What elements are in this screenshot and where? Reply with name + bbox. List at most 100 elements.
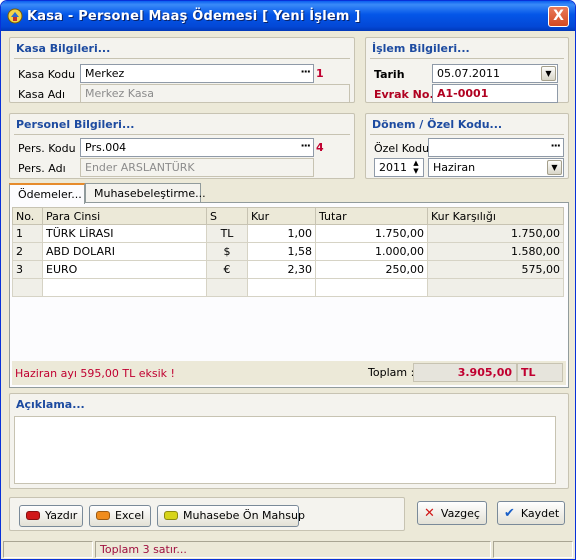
col-kur-karsiligi[interactable]: Kur Karşılığı: [427, 207, 564, 225]
title-bar[interactable]: Kasa - Personel Maaş Ödemesi [ Yeni İşle…: [1, 1, 575, 31]
kaydet-button[interactable]: ✔ Kaydet: [497, 501, 565, 525]
cell-para-cinsi[interactable]: ABD DOLARI: [42, 242, 207, 261]
cell-kur-karsiligi[interactable]: 1.750,00: [427, 224, 564, 243]
grid-footer: Haziran ayı 595,00 TL eksik ! Toplam : 3…: [12, 361, 566, 385]
personel-lookup-button[interactable]: ···: [300, 139, 311, 152]
col-no[interactable]: No.: [12, 207, 43, 225]
kasa-adi-value: Merkez Kasa: [85, 87, 155, 100]
pers-kodu-badge: 4: [316, 141, 324, 154]
kasa-panel: Kasa Bilgileri... Kasa Kodu Merkez ··· 1…: [9, 37, 355, 103]
aciklama-panel: Açıklama...: [9, 393, 569, 489]
year-spinner[interactable]: 2011 ▲ ▼: [374, 158, 424, 177]
divider: [14, 134, 350, 135]
kasa-lookup-button[interactable]: ···: [300, 65, 311, 78]
islem-panel: İşlem Bilgileri... Tarih 05.07.2011 ▼ Ev…: [365, 37, 569, 103]
divider: [370, 134, 564, 135]
tarih-field[interactable]: 05.07.2011 ▼: [432, 64, 558, 83]
pers-adi-field: Ender ARSLANTÜRK: [80, 158, 314, 177]
yazdir-label: Yazdır: [45, 509, 78, 522]
cell-para-cinsi[interactable]: TÜRK LİRASI: [42, 224, 207, 243]
kaydet-label: Kaydet: [520, 507, 560, 520]
month-select[interactable]: Haziran ▼: [428, 158, 564, 177]
cell-tutar[interactable]: 250,00: [315, 260, 428, 279]
cell-kur-karsiligi[interactable]: 575,00: [427, 260, 564, 279]
muhasebe-on-mahsup-button[interactable]: Muhasebe Ön Mahsup: [157, 505, 305, 527]
chevron-down-icon[interactable]: ▼: [541, 66, 556, 81]
ozel-kodu-field[interactable]: ···: [428, 138, 564, 157]
donem-panel-title: Dönem / Özel Kodu...: [372, 118, 503, 131]
chevron-down-icon[interactable]: ▼: [547, 160, 562, 175]
cancel-icon: ✕: [424, 506, 435, 521]
tab-odemeler[interactable]: Ödemeler...: [9, 183, 85, 204]
personel-panel: Personel Bilgileri... Pers. Kodu Prs.004…: [9, 113, 355, 179]
excel-icon: [96, 511, 110, 520]
accounting-icon: [164, 511, 178, 520]
cell-no[interactable]: 2: [12, 242, 43, 261]
col-para-cinsi[interactable]: Para Cinsi: [42, 207, 207, 225]
month-value: Haziran: [433, 161, 476, 174]
table-row-empty[interactable]: [12, 278, 564, 297]
muhasebe-label: Muhasebe Ön Mahsup: [183, 509, 305, 522]
col-tutar[interactable]: Tutar: [315, 207, 428, 225]
cell-no[interactable]: [12, 278, 43, 297]
cell-tutar[interactable]: [315, 278, 428, 297]
cell-para-cinsi[interactable]: EURO: [42, 260, 207, 279]
cell-s[interactable]: [206, 278, 248, 297]
cell-s[interactable]: €: [206, 260, 248, 279]
cell-kur-karsiligi[interactable]: 1.580,00: [427, 242, 564, 261]
kasa-adi-label: Kasa Adı: [18, 88, 66, 101]
table-row[interactable]: 1 TÜRK LİRASI TL 1,00 1.750,00 1.750,00: [12, 224, 564, 243]
col-s[interactable]: S: [206, 207, 248, 225]
kasa-panel-title: Kasa Bilgileri...: [16, 42, 111, 55]
col-kur[interactable]: Kur: [247, 207, 316, 225]
toplam-currency: TL: [517, 363, 563, 382]
toplam-value: 3.905,00: [413, 363, 517, 382]
spin-updown-icon[interactable]: ▲ ▼: [410, 159, 422, 176]
kasa-kodu-field[interactable]: Merkez ···: [80, 64, 314, 83]
pers-kodu-value: Prs.004: [85, 141, 127, 154]
pers-adi-value: Ender ARSLANTÜRK: [85, 161, 195, 174]
yazdir-button[interactable]: Yazdır: [19, 505, 83, 527]
pers-kodu-field[interactable]: Prs.004 ···: [80, 138, 314, 157]
cell-kur[interactable]: 2,30: [247, 260, 316, 279]
cell-s[interactable]: $: [206, 242, 248, 261]
status-cell-empty: [493, 541, 573, 558]
printer-icon: [26, 511, 40, 520]
check-icon: ✔: [504, 506, 515, 521]
cell-kur[interactable]: 1,58: [247, 242, 316, 261]
table-row[interactable]: 3 EURO € 2,30 250,00 575,00: [12, 260, 564, 279]
odemeler-grid[interactable]: No. Para Cinsi S Kur Tutar Kur Karşılığı…: [12, 207, 564, 297]
evrak-no-value: A1-0001: [437, 87, 489, 100]
kasa-kodu-label: Kasa Kodu: [18, 68, 76, 81]
ozel-kodu-label: Özel Kodu: [374, 142, 430, 155]
odemeler-tab-panel: No. Para Cinsi S Kur Tutar Kur Karşılığı…: [9, 202, 569, 388]
cell-no[interactable]: 1: [12, 224, 43, 243]
cell-kur[interactable]: 1,00: [247, 224, 316, 243]
close-button[interactable]: X: [548, 6, 569, 27]
status-cell-empty: [3, 541, 93, 558]
main-window: Kasa - Personel Maaş Ödemesi [ Yeni İşle…: [0, 0, 576, 560]
cell-tutar[interactable]: 1.750,00: [315, 224, 428, 243]
cell-tutar[interactable]: 1.000,00: [315, 242, 428, 261]
cell-kur-karsiligi[interactable]: [427, 278, 564, 297]
kasa-adi-field: Merkez Kasa: [80, 84, 350, 103]
tab-muhasebelestirme[interactable]: Muhasebeleştirme...: [85, 183, 206, 203]
window-title: Kasa - Personel Maaş Ödemesi [ Yeni İşle…: [27, 9, 361, 24]
islem-panel-title: İşlem Bilgileri...: [372, 42, 470, 55]
tarih-label: Tarih: [374, 68, 405, 81]
cell-no[interactable]: 3: [12, 260, 43, 279]
aciklama-textarea[interactable]: [14, 416, 556, 484]
cell-para-cinsi[interactable]: [42, 278, 207, 297]
cell-kur[interactable]: [247, 278, 316, 297]
tarih-value: 05.07.2011: [437, 67, 500, 80]
cell-s[interactable]: TL: [206, 224, 248, 243]
table-row[interactable]: 2 ABD DOLARI $ 1,58 1.000,00 1.580,00: [12, 242, 564, 261]
pers-adi-label: Pers. Adı: [18, 162, 66, 175]
excel-button[interactable]: Excel: [89, 505, 151, 527]
excel-label: Excel: [115, 509, 145, 522]
year-value: 2011: [379, 161, 407, 174]
vazgec-button[interactable]: ✕ Vazgeç: [417, 501, 487, 525]
ozel-kodu-lookup-button[interactable]: ···: [550, 139, 561, 152]
evrak-no-field[interactable]: A1-0001: [432, 84, 558, 103]
status-bar: Toplam 3 satır...: [1, 539, 575, 559]
